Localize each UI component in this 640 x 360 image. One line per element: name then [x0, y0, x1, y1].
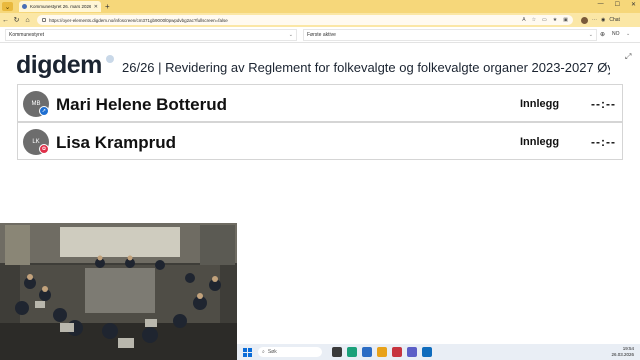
browser-menu-icon[interactable]: ⌄ — [2, 2, 13, 11]
globe-icon[interactable]: ⊕ — [600, 31, 605, 38]
profile-label: Chat — [609, 17, 620, 23]
address-bar[interactable]: https://oyer-elements.digdem.no/infoscre… — [37, 15, 573, 25]
speaker-type: Innlegg — [520, 136, 560, 148]
lock-icon — [42, 18, 46, 22]
browser-toolbar: ← ↻ ⌂ https://oyer-elements.digdem.no/in… — [0, 13, 640, 27]
minimize-button[interactable]: — — [598, 1, 604, 8]
speaker-row: LK ✿ Lisa Kramprud Innlegg --:-- — [17, 122, 623, 160]
window-controls: — ☐ ✕ — [598, 1, 636, 8]
url-text: https://oyer-elements.digdem.no/infoscre… — [49, 17, 228, 23]
logo-dot — [106, 55, 114, 63]
fullscreen-icon[interactable]: ⤢ — [625, 52, 631, 62]
home-icon[interactable]: ⌂ — [22, 17, 33, 24]
edge-icon[interactable] — [347, 347, 357, 357]
file-explorer-icon[interactable] — [362, 347, 372, 357]
language-select[interactable]: NO — [612, 31, 620, 37]
agenda-title: 26/26 | Revidering av Reglement for folk… — [122, 60, 610, 75]
filter-select[interactable]: Første aktive ⌄ — [303, 29, 597, 41]
favorite-star-icon[interactable]: ☆ — [532, 17, 536, 23]
system-clock[interactable]: 19:54 26.03.2026 — [611, 346, 634, 357]
read-aloud-icon[interactable]: A — [522, 17, 525, 23]
back-icon[interactable]: ← — [0, 17, 11, 24]
split-screen-icon[interactable]: ▭ — [542, 17, 547, 23]
speaker-time: --:-- — [591, 135, 616, 149]
body-select[interactable]: Kommunestyret ⌄ — [5, 29, 297, 41]
new-tab-button[interactable]: + — [105, 2, 110, 11]
taskbar-search[interactable]: ⌕ Søk — [258, 347, 322, 357]
speaker-name: Mari Helene Botterud — [56, 95, 227, 114]
speaker-row: MB ➚ Mari Helene Botterud Innlegg --:-- — [17, 84, 623, 122]
speaker-time: --:-- — [591, 97, 616, 111]
favorites-icon[interactable]: ★ — [553, 17, 557, 23]
search-icon: ⌕ — [262, 349, 265, 355]
task-view-icon[interactable] — [332, 347, 342, 357]
collections-icon[interactable]: ▣ — [563, 17, 568, 23]
meeting-video[interactable] — [0, 223, 237, 360]
taskbar-search-placeholder: Søk — [267, 349, 277, 355]
clock-date: 26.03.2026 — [611, 352, 634, 357]
tab-close-icon[interactable]: ✕ — [94, 4, 98, 10]
copilot-icon[interactable]: ◉ — [601, 17, 605, 23]
speaker-type: Innlegg — [520, 98, 560, 110]
speaker-list: MB ➚ Mari Helene Botterud Innlegg --:-- … — [17, 84, 623, 161]
party-arrow-icon: ➚ — [39, 106, 49, 116]
outlook-icon[interactable] — [422, 347, 432, 357]
party-rose-icon: ✿ — [39, 144, 49, 154]
app-icon[interactable] — [392, 347, 402, 357]
chevron-down-icon: ⌄ — [626, 31, 631, 37]
teams-icon[interactable] — [407, 347, 417, 357]
digdem-logo: digdem — [16, 51, 102, 79]
chevron-down-icon: ⌄ — [288, 32, 293, 38]
more-menu-icon[interactable]: ⋯ — [592, 17, 597, 23]
tab-favicon-icon — [22, 4, 27, 9]
folder-icon[interactable] — [377, 347, 387, 357]
reload-icon[interactable]: ↻ — [11, 16, 22, 24]
chevron-down-icon: ⌄ — [588, 32, 593, 38]
speaker-name: Lisa Kramprud — [56, 133, 176, 152]
close-window-button[interactable]: ✕ — [631, 1, 636, 8]
body-select-value: Kommunestyret — [9, 32, 45, 38]
meeting-room-image — [0, 223, 237, 360]
app-header: Kommunestyret ⌄ Første aktive ⌄ ⊕ NO ⌄ — [0, 27, 640, 43]
windows-start-icon[interactable] — [243, 347, 252, 357]
windows-taskbar: ⌕ Søk 19:54 26.03.2026 — [237, 344, 640, 360]
tab-title: Kommunestyret 26. mars 2026 | Di — [30, 4, 91, 9]
taskbar-apps — [332, 347, 432, 357]
browser-tab[interactable]: Kommunestyret 26. mars 2026 | Di ✕ — [19, 1, 101, 12]
browser-titlebar: ⌄ Kommunestyret 26. mars 2026 | Di ✕ + —… — [0, 0, 640, 13]
filter-select-value: Første aktive — [307, 32, 336, 38]
profile-area[interactable]: ⋯ ◉ Chat — [581, 16, 620, 24]
maximize-button[interactable]: ☐ — [615, 1, 620, 8]
profile-avatar[interactable] — [581, 16, 588, 24]
